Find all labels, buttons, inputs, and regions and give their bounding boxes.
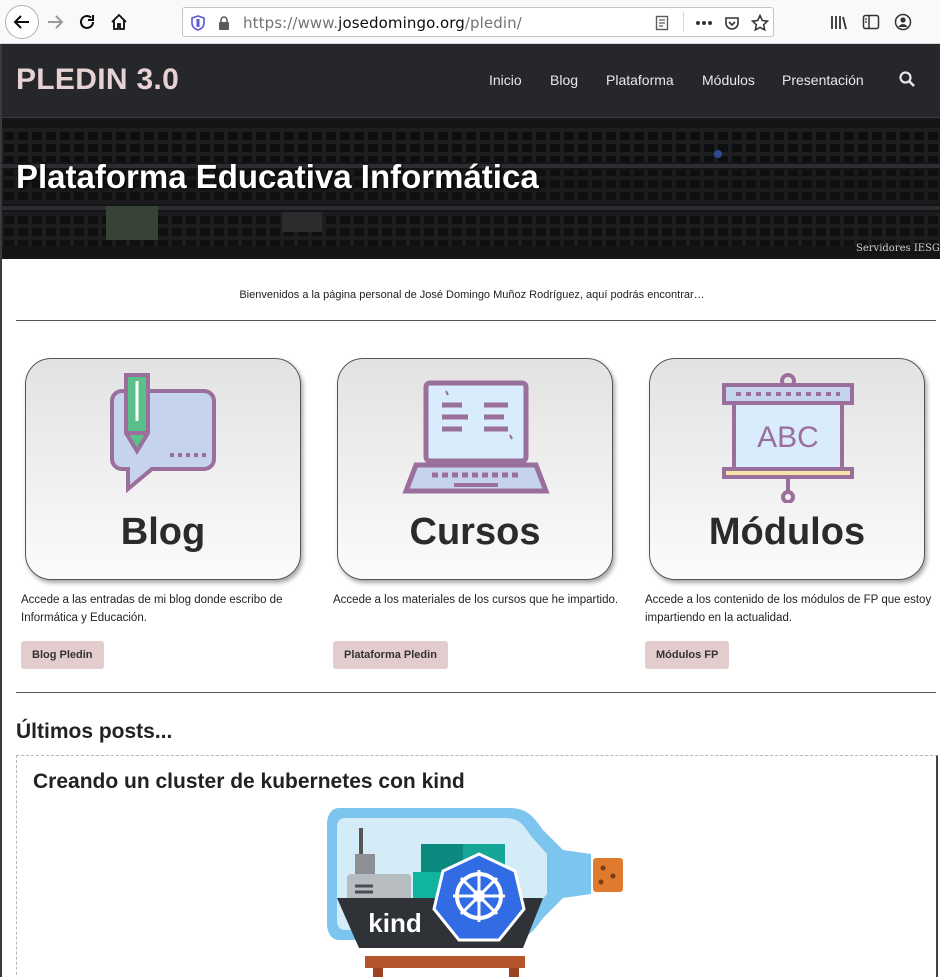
arrow-right-icon: [48, 15, 64, 29]
more-actions-icon[interactable]: [695, 14, 713, 32]
kind-bottle-image[interactable]: kind: [325, 800, 631, 977]
divider: [16, 692, 936, 693]
site-brand[interactable]: PLEDIN 3.0: [16, 63, 179, 97]
reload-icon: [80, 14, 94, 29]
card-cursos-description: Accede a los materiales de los cursos qu…: [333, 594, 619, 606]
plataforma-pledin-button[interactable]: Plataforma Pledin: [333, 641, 448, 669]
url-bar[interactable]: https://www.josedomingo.org/pledin/: [182, 7, 774, 37]
card-modulos-description: Accede a los contenido de los módulos de…: [645, 594, 932, 624]
forward-button[interactable]: [40, 7, 70, 37]
nav-plataforma[interactable]: Plataforma: [606, 72, 674, 88]
card-title: Cursos: [409, 511, 541, 553]
presentation-board-icon: ABC: [722, 373, 854, 503]
card-title: Blog: [120, 511, 206, 553]
post-title[interactable]: Creando un cluster de kubernetes con kin…: [33, 770, 465, 794]
hero-banner: Plataforma Educativa Informática Servido…: [2, 118, 940, 259]
laptop-icon: [402, 380, 550, 494]
chat-pencil-icon: [110, 373, 216, 494]
post-card[interactable]: Creando un cluster de kubernetes con kin…: [16, 755, 938, 977]
library-button[interactable]: [824, 7, 854, 37]
posts-heading: Últimos posts...: [16, 720, 173, 743]
site-navbar: PLEDIN 3.0 Inicio Blog Plataforma Módulo…: [2, 44, 940, 118]
nav-blog[interactable]: Blog: [550, 72, 578, 88]
lock-icon[interactable]: [215, 14, 233, 32]
web-page: PLEDIN 3.0 Inicio Blog Plataforma Módulo…: [0, 44, 940, 977]
sidebar-icon: [862, 14, 880, 30]
divider: [16, 320, 936, 321]
home-icon: [111, 13, 127, 30]
card-modulos[interactable]: ABC Módulos: [649, 358, 925, 580]
hero-title: Plataforma Educativa Informática: [16, 158, 539, 195]
kind-label: kind: [368, 908, 421, 938]
nav-presentacion[interactable]: Presentación: [782, 72, 864, 88]
welcome-text: Bienvenidos a la página personal de José…: [239, 289, 705, 301]
card-blog[interactable]: Blog: [25, 358, 301, 580]
blog-pledin-button[interactable]: Blog Pledin: [21, 641, 104, 669]
card-cursos[interactable]: Cursos: [337, 358, 613, 580]
sidebar-button[interactable]: [856, 7, 886, 37]
reader-view-icon[interactable]: [653, 14, 671, 32]
nav-inicio[interactable]: Inicio: [489, 72, 522, 88]
tracking-shield-icon[interactable]: [189, 14, 207, 32]
pocket-icon[interactable]: [723, 14, 741, 32]
card-blog-description: Accede a las entradas de mi blog donde e…: [21, 594, 283, 624]
nav-modulos[interactable]: Módulos: [702, 72, 755, 88]
search-icon[interactable]: [898, 70, 916, 88]
library-icon: [831, 16, 847, 30]
url-text[interactable]: https://www.josedomingo.org/pledin/: [243, 14, 522, 32]
bookmark-star-icon[interactable]: [751, 14, 769, 32]
account-icon: [894, 13, 912, 31]
home-button[interactable]: [104, 7, 134, 37]
account-button[interactable]: [888, 7, 918, 37]
hero-credit: Servidores IESGN: [856, 243, 940, 254]
browser-toolbar: https://www.josedomingo.org/pledin/: [0, 0, 940, 44]
arrow-left-icon: [13, 15, 29, 29]
reload-button[interactable]: [72, 7, 102, 37]
svg-text:ABC: ABC: [757, 421, 819, 454]
back-button[interactable]: [5, 5, 39, 39]
modulos-fp-button[interactable]: Módulos FP: [645, 641, 730, 669]
card-title: Módulos: [708, 511, 866, 553]
